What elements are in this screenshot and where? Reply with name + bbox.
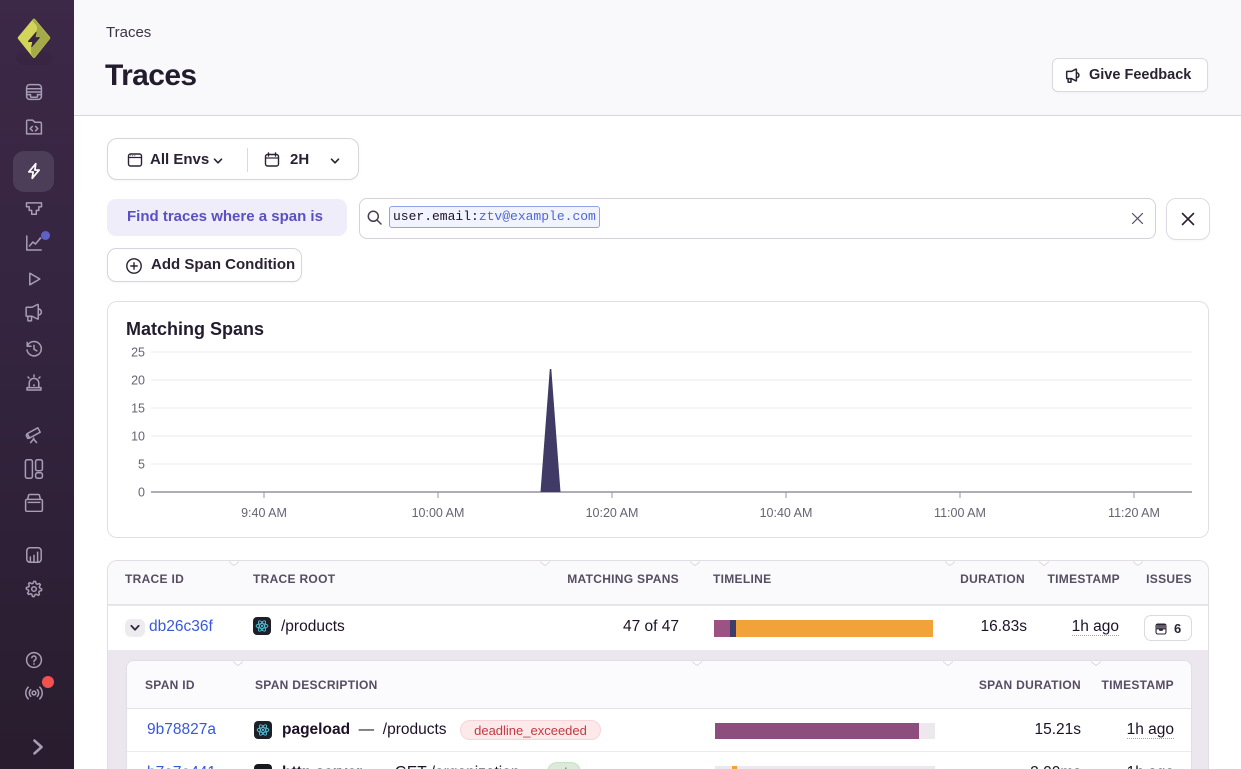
svg-text:10: 10 — [131, 430, 145, 444]
svg-text:25: 25 — [131, 346, 145, 360]
svg-text:10:20 AM: 10:20 AM — [586, 506, 639, 520]
svg-text:10:40 AM: 10:40 AM — [760, 506, 813, 520]
svg-text:10:00 AM: 10:00 AM — [412, 506, 465, 520]
svg-text:0: 0 — [138, 486, 145, 500]
svg-text:15: 15 — [131, 402, 145, 416]
svg-text:11:00 AM: 11:00 AM — [934, 506, 986, 520]
svg-text:5: 5 — [138, 458, 145, 472]
svg-text:20: 20 — [131, 374, 145, 388]
svg-text:9:40 AM: 9:40 AM — [241, 506, 287, 520]
svg-text:11:20 AM: 11:20 AM — [1108, 506, 1160, 520]
